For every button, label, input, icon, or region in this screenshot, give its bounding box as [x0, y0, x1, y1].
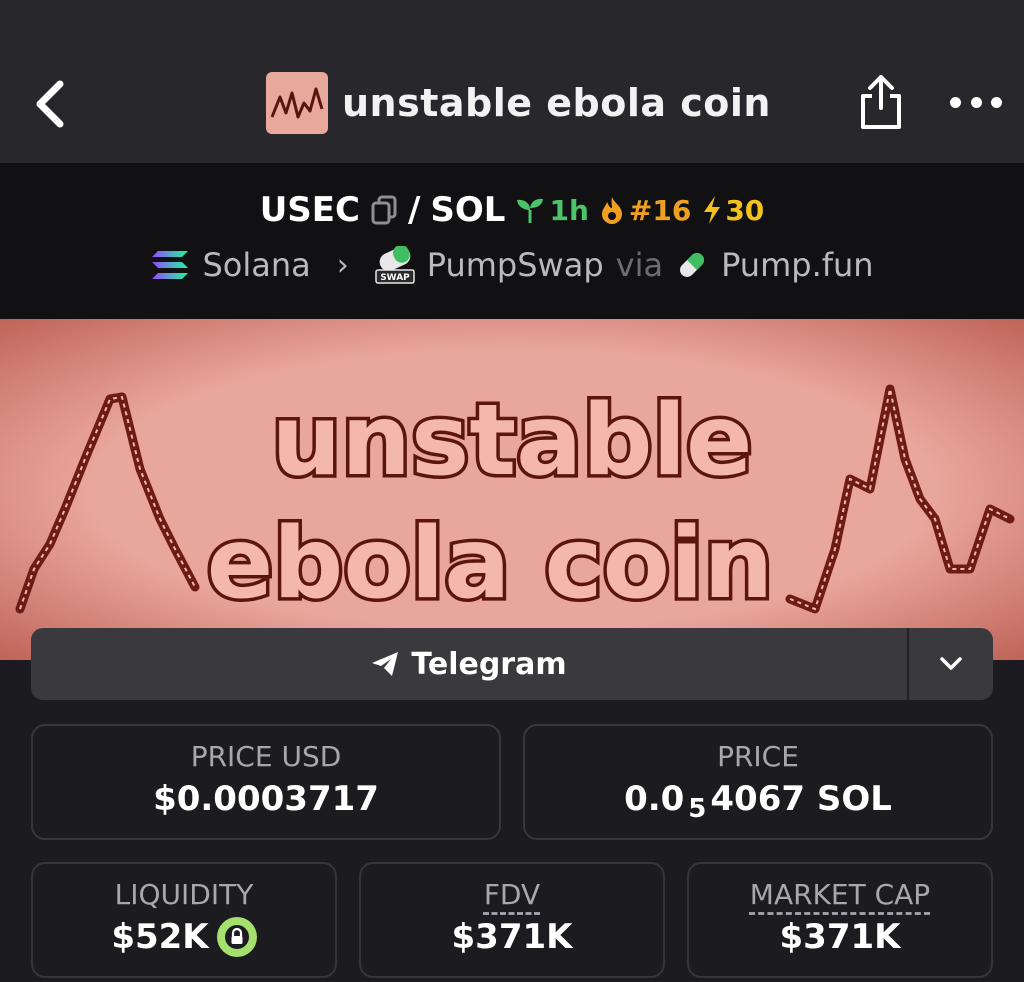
flame-icon: [601, 197, 622, 224]
quote-token-symbol: SOL: [430, 190, 506, 230]
price-native-label: PRICE: [717, 740, 799, 773]
market-cap-value: $371K: [779, 917, 901, 957]
title-group: unstable ebola coin: [266, 72, 771, 134]
telegram-icon: [372, 652, 399, 676]
page-title: unstable ebola coin: [342, 81, 771, 125]
price-native-zero-count: 5: [688, 794, 707, 824]
fdv-value: $371K: [451, 917, 573, 957]
pair-separator: /: [407, 190, 421, 230]
banner-line-2: ebola coin: [207, 507, 774, 621]
pill-icon: [680, 253, 705, 277]
price-usd-value: $0.0003717: [153, 779, 379, 819]
back-button[interactable]: [30, 78, 74, 130]
dex-link[interactable]: PumpSwap: [427, 246, 604, 284]
socials-dropdown-button[interactable]: [909, 628, 993, 700]
pair-age-badge: 1h: [515, 193, 589, 227]
pair-line: USEC / SOL 1h #16 30: [0, 190, 1024, 230]
more-dot-icon: [991, 96, 1002, 108]
solana-icon: [152, 251, 189, 279]
copy-icon[interactable]: [370, 195, 398, 225]
trending-rank: #16: [628, 193, 692, 227]
svg-text:SWAP: SWAP: [380, 273, 410, 283]
pair-age: 1h: [549, 193, 589, 227]
trending-rank-badge: #16: [599, 194, 691, 227]
liquidity-lock-icon[interactable]: [216, 917, 257, 957]
share-button[interactable]: [856, 72, 906, 132]
price-usd-label: PRICE USD: [190, 740, 342, 773]
price-usd-card: PRICE USD $0.0003717: [31, 724, 501, 840]
more-dot-icon: [970, 96, 982, 108]
market-cap-card: MARKET CAP $371K: [687, 862, 993, 978]
chain-link[interactable]: Solana: [202, 246, 310, 284]
price-native-digits: 4067 SOL: [710, 779, 892, 819]
liquidity-label: LIQUIDITY: [114, 878, 254, 911]
price-native-card: PRICE 0.0 5 4067 SOL: [523, 724, 993, 840]
fdv-card: FDV $371K: [359, 862, 665, 978]
chevron-right-icon: ›: [336, 247, 349, 283]
pair-info-bar: [0, 163, 1024, 319]
launchpad-link[interactable]: Pump.fun: [721, 246, 874, 284]
via-label: via: [615, 246, 664, 284]
telegram-label: Telegram: [411, 646, 567, 682]
sprout-icon: [517, 198, 544, 223]
liquidity-value: $52K: [111, 917, 209, 957]
base-token-symbol: USEC: [259, 190, 360, 230]
token-banner-image: unstable ebola coin: [0, 319, 1024, 660]
coin-logo: [266, 72, 328, 134]
boost-count: 30: [725, 193, 765, 227]
telegram-bar: Telegram: [31, 628, 993, 700]
more-button[interactable]: [950, 88, 1002, 116]
banner-line-1: unstable: [271, 384, 752, 498]
chevron-left-icon: [36, 80, 64, 128]
price-native-prefix: 0.0: [624, 779, 685, 819]
market-cap-label[interactable]: MARKET CAP: [750, 878, 930, 911]
share-icon: [861, 75, 901, 129]
fdv-label[interactable]: FDV: [484, 878, 540, 911]
telegram-button[interactable]: Telegram: [31, 628, 907, 700]
boost-badge: 30: [701, 194, 764, 227]
more-dot-icon: [950, 96, 961, 108]
pumpswap-icon: SWAP: [374, 246, 415, 284]
chain-line: Solana › SWAP PumpSwap via Pump.fun: [0, 246, 1024, 284]
liquidity-card: LIQUIDITY $52K: [31, 862, 337, 978]
chevron-down-icon: [940, 657, 962, 670]
lightning-icon: [704, 196, 721, 224]
